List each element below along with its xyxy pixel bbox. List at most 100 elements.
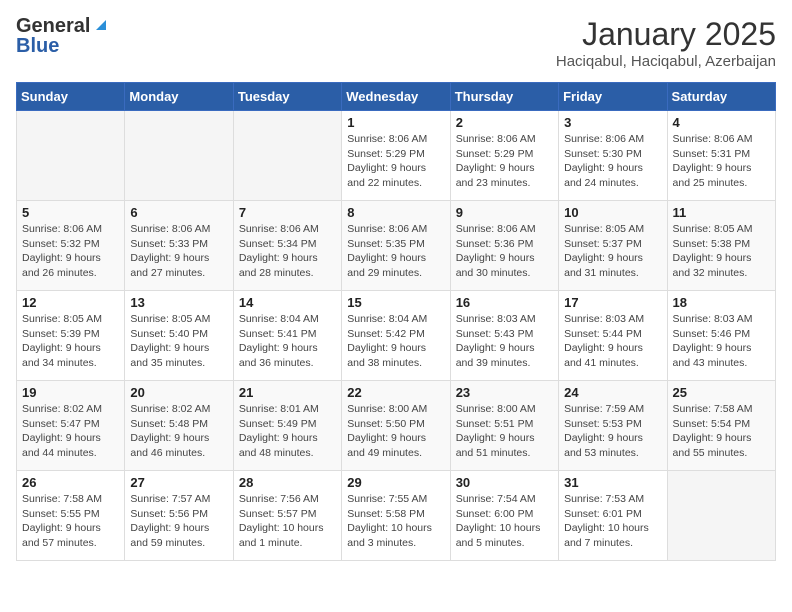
day-info: Sunrise: 8:03 AMSunset: 5:44 PMDaylight:… [564,312,661,371]
day-info: Sunrise: 8:06 AMSunset: 5:36 PMDaylight:… [456,222,553,281]
day-info: Sunrise: 8:05 AMSunset: 5:38 PMDaylight:… [673,222,770,281]
day-number: 14 [239,295,336,310]
day-info: Sunrise: 7:59 AMSunset: 5:53 PMDaylight:… [564,402,661,461]
day-number: 25 [673,385,770,400]
day-info: Sunrise: 8:05 AMSunset: 5:40 PMDaylight:… [130,312,227,371]
calendar-cell: 16Sunrise: 8:03 AMSunset: 5:43 PMDayligh… [450,291,558,381]
day-info: Sunrise: 8:06 AMSunset: 5:29 PMDaylight:… [347,132,444,191]
weekday-header: Wednesday [342,83,450,111]
day-info: Sunrise: 7:56 AMSunset: 5:57 PMDaylight:… [239,492,336,551]
calendar-cell: 22Sunrise: 8:00 AMSunset: 5:50 PMDayligh… [342,381,450,471]
day-number: 4 [673,115,770,130]
calendar-cell: 7 Sunrise: 8:06 AMSunset: 5:34 PMDaylight… [233,201,341,291]
day-number: 17 [564,295,661,310]
day-info: Sunrise: 8:06 AMSunset: 5:34 PMDaylight:… [239,222,336,281]
day-info: Sunrise: 7:58 AMSunset: 5:55 PMDaylight:… [22,492,119,551]
calendar-week-row: 19 Sunrise: 8:02 AMSunset: 5:47 PMDayligh… [17,381,776,471]
calendar-week-row: 5 Sunrise: 8:06 AMSunset: 5:32 PMDaylight… [17,201,776,291]
day-number: 8 [347,205,444,220]
weekday-header: Friday [559,83,667,111]
day-number: 2 [456,115,553,130]
calendar-cell [17,111,125,201]
calendar-cell [125,111,233,201]
day-number: 20 [130,385,227,400]
day-number: 15 [347,295,444,310]
day-number: 30 [456,475,553,490]
page-title: January 2025 [556,16,776,53]
day-info: Sunrise: 7:57 AMSunset: 5:56 PMDaylight:… [130,492,227,551]
day-number: 3 [564,115,661,130]
calendar-cell: 26 Sunrise: 7:58 AMSunset: 5:55 PMDayligh… [17,471,125,561]
calendar-cell: 18 Sunrise: 8:03 AMSunset: 5:46 PMDayligh… [667,291,775,381]
day-number: 21 [239,385,336,400]
day-number: 23 [456,385,553,400]
day-info: Sunrise: 8:02 AMSunset: 5:48 PMDaylight:… [130,402,227,461]
day-number: 7 [239,205,336,220]
weekday-header-row: SundayMondayTuesdayWednesdayThursdayFrid… [17,83,776,111]
calendar-cell: 12 Sunrise: 8:05 AMSunset: 5:39 PMDayligh… [17,291,125,381]
day-info: Sunrise: 8:06 AMSunset: 5:29 PMDaylight:… [456,132,553,191]
weekday-header: Saturday [667,83,775,111]
calendar-cell [233,111,341,201]
calendar-cell [667,471,775,561]
calendar-cell: 20 Sunrise: 8:02 AMSunset: 5:48 PMDayligh… [125,381,233,471]
calendar-cell: 3 Sunrise: 8:06 AMSunset: 5:30 PMDaylight… [559,111,667,201]
day-number: 13 [130,295,227,310]
calendar-cell: 2 Sunrise: 8:06 AMSunset: 5:29 PMDaylight… [450,111,558,201]
weekday-header: Monday [125,83,233,111]
calendar-cell: 25Sunrise: 7:58 AMSunset: 5:54 PMDayligh… [667,381,775,471]
calendar-cell: 8 Sunrise: 8:06 AMSunset: 5:35 PMDaylight… [342,201,450,291]
day-info: Sunrise: 8:05 AMSunset: 5:39 PMDaylight:… [22,312,119,371]
page-subtitle: Haciqabul, Haciqabul, Azerbaijan [556,53,776,70]
day-number: 19 [22,385,119,400]
day-info: Sunrise: 7:55 AMSunset: 5:58 PMDaylight:… [347,492,444,551]
calendar-cell: 27 Sunrise: 7:57 AMSunset: 5:56 PMDayligh… [125,471,233,561]
day-number: 12 [22,295,119,310]
day-number: 5 [22,205,119,220]
page-header: General Blue January 2025 Haciqabul, Hac… [16,16,776,70]
calendar-cell: 14 Sunrise: 8:04 AMSunset: 5:41 PMDayligh… [233,291,341,381]
day-number: 27 [130,475,227,490]
calendar-table: SundayMondayTuesdayWednesdayThursdayFrid… [16,82,776,561]
calendar-cell: 15Sunrise: 8:04 AMSunset: 5:42 PMDayligh… [342,291,450,381]
day-info: Sunrise: 8:06 AMSunset: 5:32 PMDaylight:… [22,222,119,281]
title-block: January 2025 Haciqabul, Haciqabul, Azerb… [556,16,776,70]
day-number: 24 [564,385,661,400]
day-number: 22 [347,385,444,400]
day-info: Sunrise: 8:03 AMSunset: 5:46 PMDaylight:… [673,312,770,371]
day-info: Sunrise: 8:06 AMSunset: 5:35 PMDaylight:… [347,222,444,281]
calendar-cell: 28 Sunrise: 7:56 AMSunset: 5:57 PMDayligh… [233,471,341,561]
day-info: Sunrise: 8:06 AMSunset: 5:31 PMDaylight:… [673,132,770,191]
weekday-header: Tuesday [233,83,341,111]
day-info: Sunrise: 7:54 AMSunset: 6:00 PMDaylight:… [456,492,553,551]
calendar-cell: 4 Sunrise: 8:06 AMSunset: 5:31 PMDaylight… [667,111,775,201]
day-number: 6 [130,205,227,220]
day-info: Sunrise: 8:01 AMSunset: 5:49 PMDaylight:… [239,402,336,461]
calendar-week-row: 12 Sunrise: 8:05 AMSunset: 5:39 PMDayligh… [17,291,776,381]
day-number: 9 [456,205,553,220]
day-number: 18 [673,295,770,310]
calendar-cell: 5 Sunrise: 8:06 AMSunset: 5:32 PMDaylight… [17,201,125,291]
day-number: 10 [564,205,661,220]
day-info: Sunrise: 8:02 AMSunset: 5:47 PMDaylight:… [22,402,119,461]
calendar-cell: 17 Sunrise: 8:03 AMSunset: 5:44 PMDayligh… [559,291,667,381]
weekday-header: Sunday [17,83,125,111]
day-info: Sunrise: 7:53 AMSunset: 6:01 PMDaylight:… [564,492,661,551]
logo-blue-text: Blue [16,35,59,57]
calendar-cell: 30 Sunrise: 7:54 AMSunset: 6:00 PMDayligh… [450,471,558,561]
day-info: Sunrise: 8:06 AMSunset: 5:30 PMDaylight:… [564,132,661,191]
day-number: 1 [347,115,444,130]
day-info: Sunrise: 8:05 AMSunset: 5:37 PMDaylight:… [564,222,661,281]
day-number: 28 [239,475,336,490]
weekday-header: Thursday [450,83,558,111]
day-info: Sunrise: 8:00 AMSunset: 5:51 PMDaylight:… [456,402,553,461]
calendar-cell: 21 Sunrise: 8:01 AMSunset: 5:49 PMDayligh… [233,381,341,471]
day-number: 29 [347,475,444,490]
logo-icon [92,16,108,32]
day-info: Sunrise: 8:04 AMSunset: 5:41 PMDaylight:… [239,312,336,371]
calendar-week-row: 26 Sunrise: 7:58 AMSunset: 5:55 PMDayligh… [17,471,776,561]
calendar-cell: 1 Sunrise: 8:06 AMSunset: 5:29 PMDaylight… [342,111,450,201]
logo-general-text: General [16,16,90,36]
day-info: Sunrise: 8:06 AMSunset: 5:33 PMDaylight:… [130,222,227,281]
day-number: 26 [22,475,119,490]
